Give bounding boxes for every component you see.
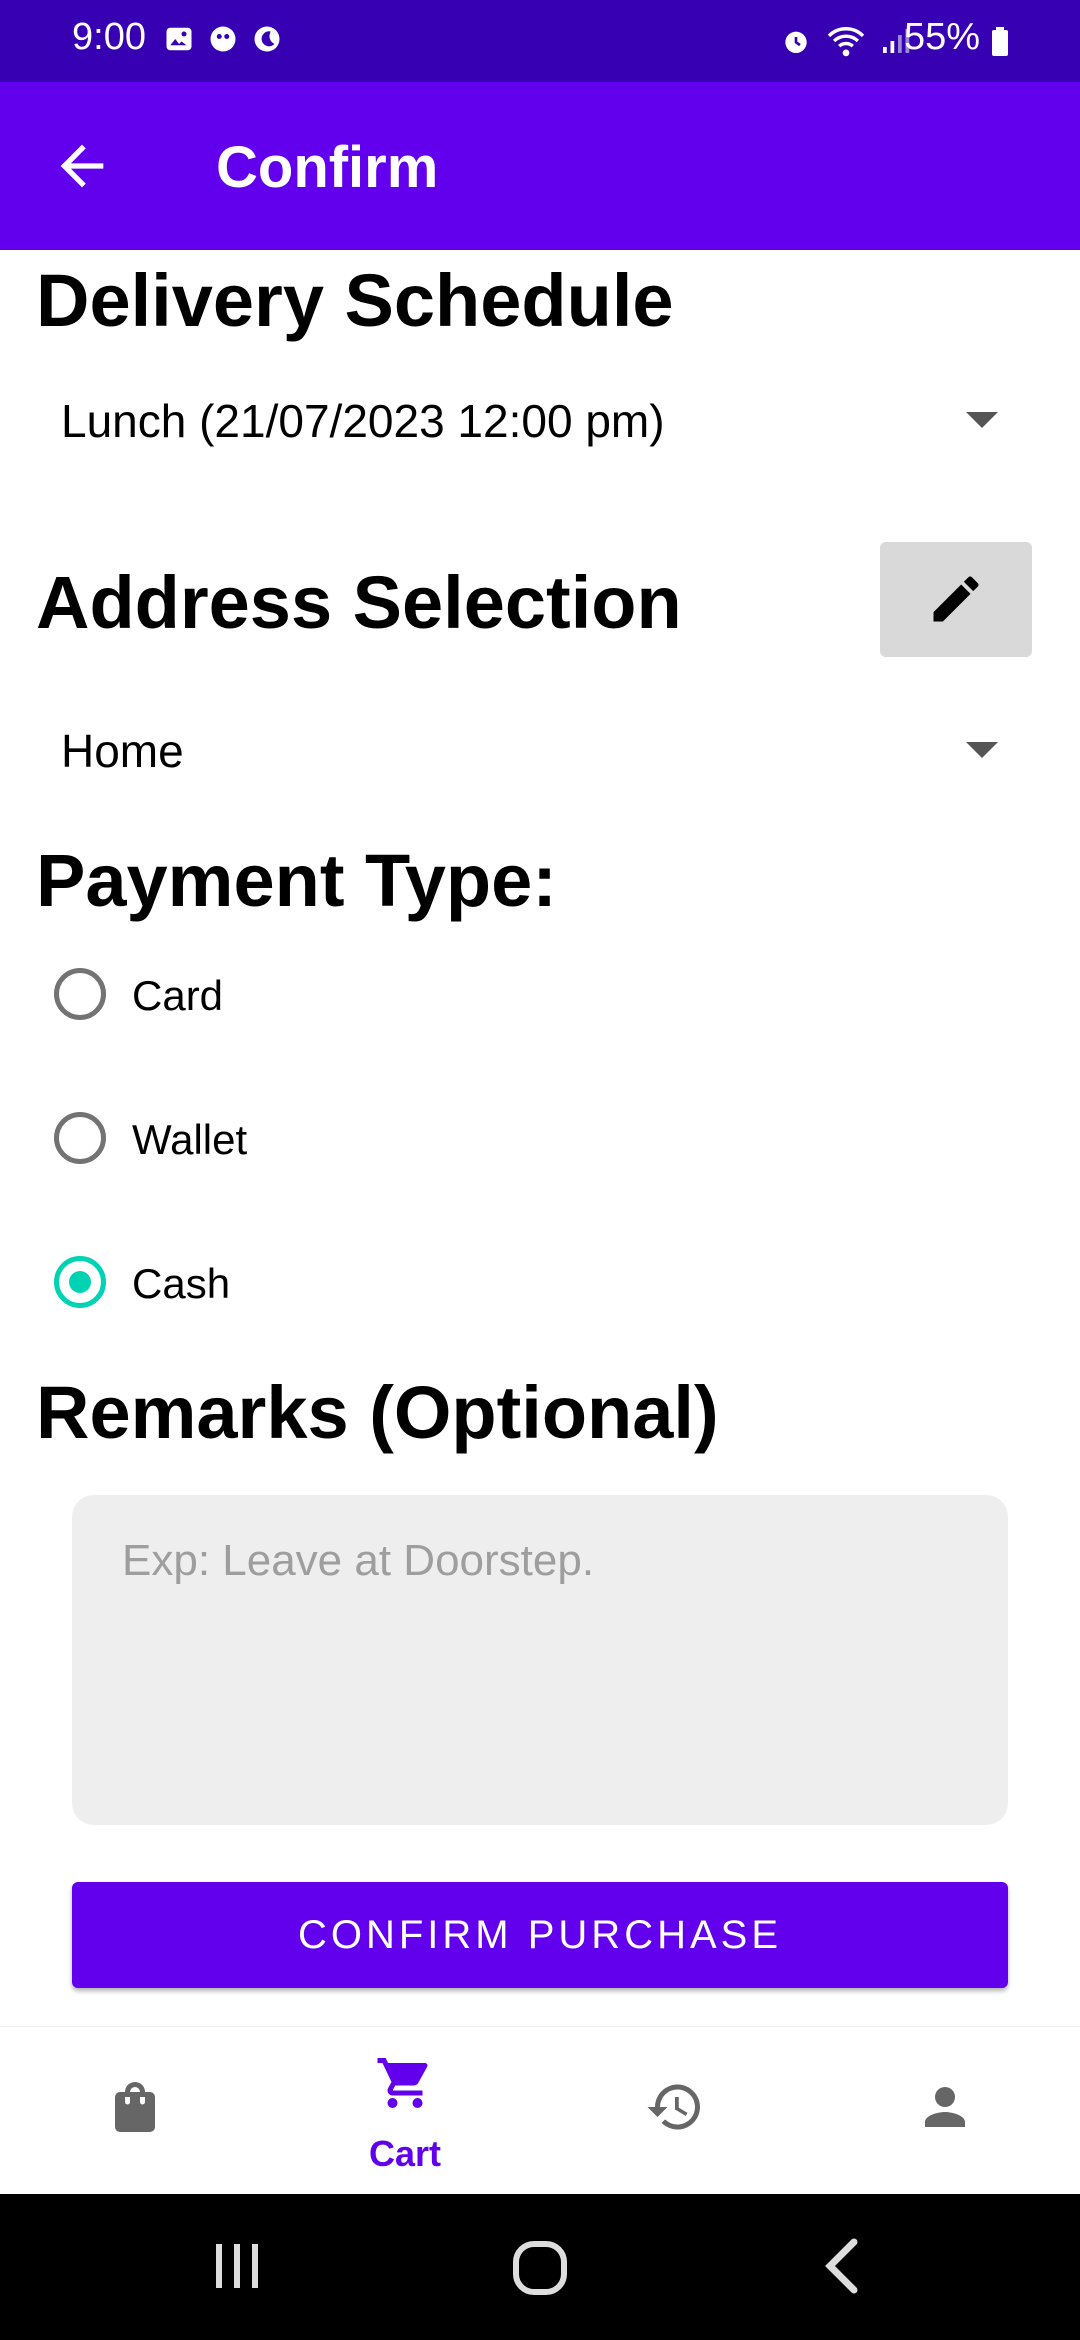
nav-label-cart: Cart [368,2133,442,2174]
nav-item-history[interactable] [540,2027,810,2195]
radio-button-selected[interactable] [54,1256,106,1308]
wifi-icon [827,27,865,57]
edit-pencil-icon [933,576,979,622]
address-selection-heading: Address Selection [36,561,682,644]
remarks-heading: Remarks (Optional) [36,1371,719,1454]
page-title: Confirm [216,135,439,200]
dropdown-arrow-icon [966,412,998,428]
app-icon [210,26,236,52]
nav-item-profile[interactable] [810,2027,1080,2195]
history-icon [647,2084,700,2130]
radio-label: Wallet [132,1116,248,1163]
remarks-input[interactable] [120,1535,924,1587]
dropdown-arrow-icon [966,742,998,758]
edit-address-button[interactable] [880,542,1032,657]
payment-option-card[interactable]: Card [52,958,652,1038]
radio-button[interactable] [54,968,106,1020]
address-value: Home [61,725,184,777]
radio-button[interactable] [54,1112,106,1164]
nav-item-cart[interactable]: Cart [270,2027,540,2195]
recent-apps-icon[interactable] [210,2236,266,2296]
radio-label: Card [132,972,224,1019]
address-dropdown[interactable]: Home [36,702,1026,802]
system-navigation-bar [0,2194,1080,2340]
status-bar: 9:00 55% [0,0,1080,82]
cart-icon [377,2058,428,2108]
nav-item-shop[interactable] [0,2027,270,2195]
night-mode-icon [254,26,280,52]
alarm-icon [785,31,807,53]
notification-icons [164,24,282,54]
remarks-field[interactable] [72,1495,1008,1825]
delivery-schedule-value: Lunch (21/07/2023 12:00 pm) [61,395,665,447]
back-icon[interactable] [818,2236,868,2296]
home-icon[interactable] [508,2236,572,2300]
delivery-schedule-heading: Delivery Schedule [36,259,674,342]
payment-option-wallet[interactable]: Wallet [52,1102,652,1182]
app-bar: Confirm [0,82,1080,250]
payment-type-heading: Payment Type: [36,839,557,922]
system-status-icons [780,24,910,58]
arrow-back-icon[interactable] [50,134,114,198]
confirm-purchase-button[interactable]: CONFIRM PURCHASE [72,1882,1008,1988]
person-icon [925,2087,965,2127]
payment-option-cash[interactable]: Cash [52,1246,652,1326]
battery-icon [992,27,1008,56]
bottom-navigation: Cart [0,2026,1080,2195]
battery-percent: 55% [903,16,980,58]
gallery-icon [166,27,192,51]
status-time: 9:00 [72,16,146,58]
shopping-bag-icon [115,2082,155,2132]
radio-label: Cash [132,1260,231,1307]
delivery-schedule-dropdown[interactable]: Lunch (21/07/2023 12:00 pm) [36,372,1026,472]
